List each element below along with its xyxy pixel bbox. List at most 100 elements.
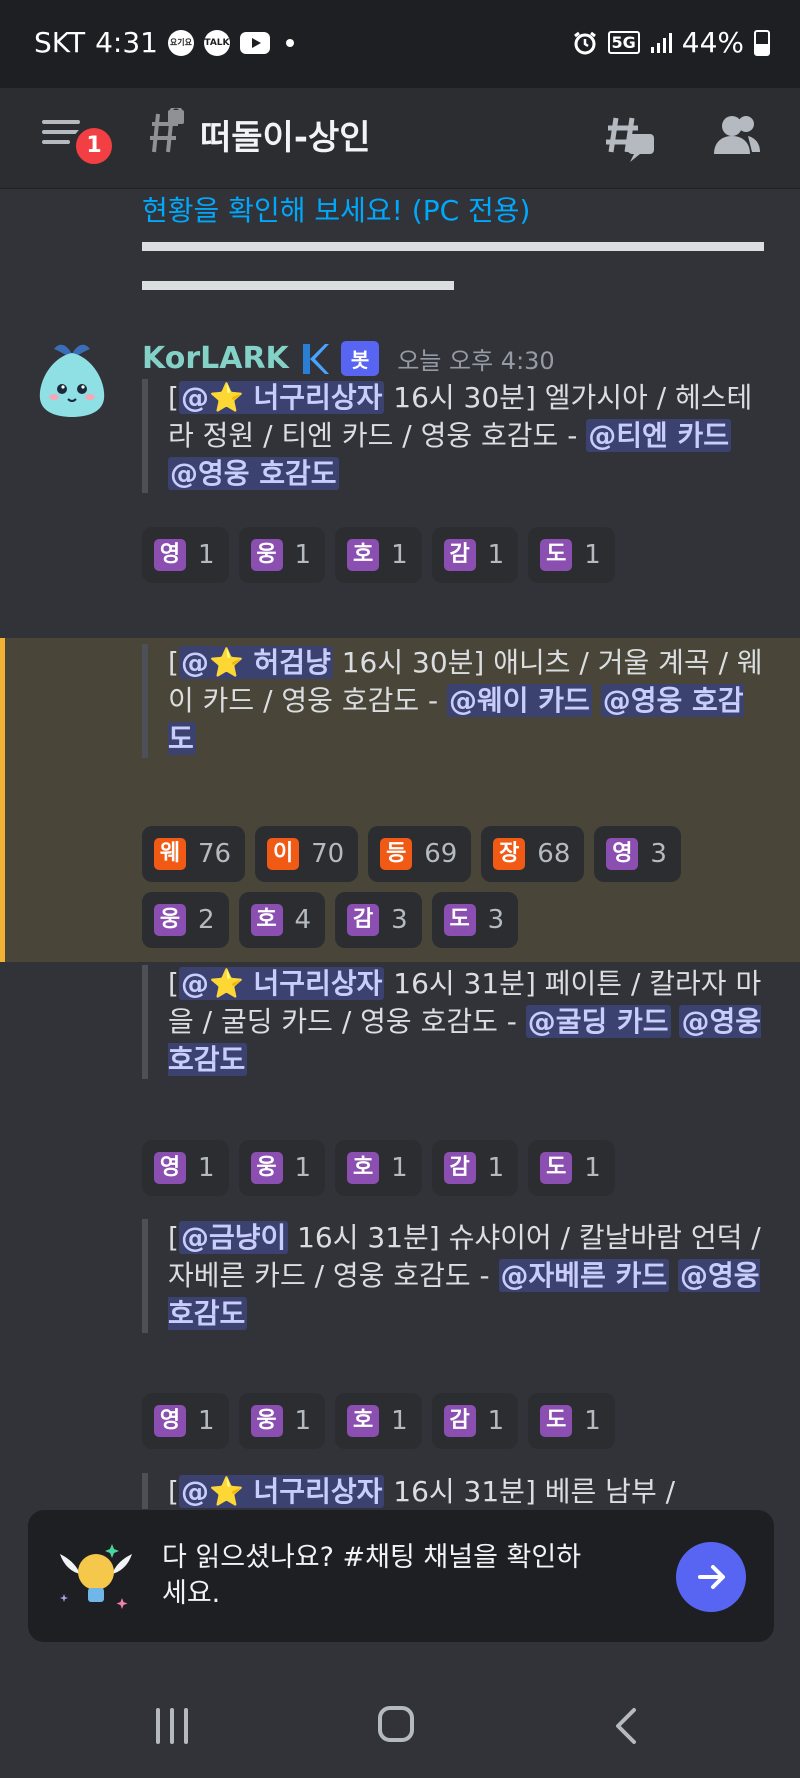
threads-icon[interactable] — [602, 108, 656, 164]
reaction-chip[interactable]: 호1 — [335, 527, 422, 583]
reaction-chip[interactable]: 도1 — [528, 1393, 615, 1449]
reaction-chip[interactable]: 영3 — [594, 826, 681, 882]
intro-link[interactable]: 현황을 확인해 보세요! (PC 전용) — [142, 189, 530, 229]
system-nav-bar — [0, 1660, 800, 1778]
signal-icon — [650, 32, 672, 53]
reaction-chip[interactable]: 도3 — [431, 892, 519, 948]
highlighted-message: [@⭐ 허검냥 16시 30분] 애니츠 / 거울 계곡 / 웨이 카드 / 영… — [0, 638, 800, 962]
reaction-emoji: 웅 — [154, 904, 186, 936]
reaction-chip[interactable]: 웅2 — [142, 892, 229, 948]
role-mention[interactable]: @영웅 호감도 — [168, 457, 339, 490]
reaction-chip[interactable]: 호1 — [335, 1393, 422, 1449]
user-mention[interactable]: @금냥이 — [178, 1221, 289, 1254]
reaction-chip[interactable]: 감1 — [431, 527, 519, 583]
reaction-emoji: 감 — [347, 904, 380, 936]
reaction-bar: 영1 웅1 호1 감1 도1 — [142, 1393, 762, 1449]
recents-button[interactable] — [154, 1708, 192, 1744]
reaction-emoji: 영 — [154, 1152, 186, 1184]
reaction-chip[interactable]: 감1 — [431, 1140, 519, 1196]
user-mention[interactable]: @⭐ 허검냥 — [178, 646, 333, 679]
arrow-right-icon — [698, 1565, 725, 1589]
role-mention[interactable]: @티엔 카드 — [586, 419, 731, 452]
reaction-emoji: 호 — [250, 904, 283, 936]
reaction-emoji: 도 — [540, 539, 573, 571]
reaction-count: 1 — [294, 1406, 312, 1436]
menu-icon-line — [42, 120, 80, 124]
message-text: 16시 31분] 베른 남부 / — [384, 1475, 676, 1508]
yogiyo-app-icon: 요기요 — [167, 29, 194, 56]
message-timestamp: 오늘 오후 4:30 — [397, 347, 555, 375]
menu-icon-line — [42, 130, 80, 134]
reaction-emoji: 감 — [443, 1152, 476, 1184]
reaction-count: 1 — [391, 540, 408, 570]
reaction-chip[interactable]: 웅1 — [238, 1393, 326, 1449]
reaction-chip[interactable]: 등 69 — [368, 826, 472, 882]
reaction-chip[interactable]: 영1 — [142, 527, 229, 583]
reaction-count: 1 — [487, 1153, 505, 1183]
members-icon[interactable] — [708, 108, 762, 164]
reaction-chip[interactable]: 이 70 — [255, 826, 359, 882]
reaction-emoji: 웅 — [250, 539, 283, 571]
reaction-count: 1 — [198, 1153, 215, 1183]
user-mention[interactable]: @⭐ 너구리상자 — [178, 1475, 385, 1508]
reaction-emoji: 이 — [267, 838, 300, 870]
reaction-count: 2 — [198, 905, 215, 935]
k-logo-icon — [302, 343, 329, 374]
channel-title: 떠돌이-상인 — [200, 118, 371, 158]
more-notifications-dot-icon — [285, 38, 294, 47]
reaction-count: 1 — [584, 1406, 601, 1436]
reaction-count: 3 — [650, 839, 667, 869]
role-mention[interactable]: @자베른 카드 — [498, 1259, 670, 1292]
reaction-chip[interactable]: 감1 — [431, 1393, 519, 1449]
reaction-emoji: 웨 — [154, 838, 186, 870]
reaction-count: 3 — [487, 905, 505, 935]
role-mention[interactable]: @웨이 카드 — [447, 684, 592, 717]
battery-percent: 44% — [681, 26, 744, 59]
message-list[interactable]: 현황을 확인해 보세요! (PC 전용) KorLARK 봇 오늘 오후 4:3… — [0, 189, 800, 1509]
message: [@⭐ 너구리상자 16시 30분] 엘가시아 / 헤스테라 정원 / 티엔 카… — [0, 379, 800, 583]
message-quote: [@⭐ 너구리상자 16시 30분] 엘가시아 / 헤스테라 정원 / 티엔 카… — [142, 379, 768, 493]
reaction-count: 1 — [487, 1406, 505, 1436]
back-button[interactable] — [608, 1704, 648, 1748]
reaction-emoji: 장 — [493, 838, 526, 870]
reaction-count: 68 — [537, 839, 571, 869]
go-to-channel-button[interactable] — [676, 1542, 746, 1612]
reaction-bar: 영1 웅1 호1 감1 도1 — [142, 527, 762, 583]
reaction-chip[interactable]: 장 68 — [481, 826, 585, 882]
reaction-emoji: 영 — [154, 539, 186, 571]
read-all-banner[interactable]: 다 읽으셨나요? #채팅 채널을 확인하세요. — [28, 1510, 774, 1642]
reaction-chip[interactable]: 웨 76 — [142, 826, 246, 882]
home-button[interactable] — [378, 1706, 414, 1742]
reaction-chip[interactable]: 웅1 — [238, 1140, 326, 1196]
user-mention[interactable]: @⭐ 너구리상자 — [178, 381, 385, 414]
message-quote: [@금냥이 16시 31분] 슈샤이어 / 칼날바람 언덕 / 자베른 카드 /… — [142, 1219, 768, 1333]
reaction-chip[interactable]: 감3 — [335, 892, 422, 948]
network-type-label: 5G — [607, 31, 640, 54]
alarm-icon — [573, 31, 596, 54]
reaction-count: 76 — [198, 839, 232, 869]
reaction-chip[interactable]: 호1 — [335, 1140, 422, 1196]
reaction-emoji: 호 — [347, 1152, 380, 1184]
reaction-count: 1 — [391, 1406, 408, 1436]
reaction-count: 1 — [198, 1406, 215, 1436]
battery-icon — [754, 29, 770, 56]
reaction-chip[interactable]: 도1 — [528, 1140, 615, 1196]
reaction-count: 1 — [391, 1153, 408, 1183]
author-name[interactable]: KorLARK — [142, 341, 289, 376]
reaction-chip[interactable]: 호4 — [238, 892, 326, 948]
notification-badge: 1 — [72, 124, 116, 168]
reaction-count: 1 — [487, 540, 505, 570]
reaction-bar: 영1 웅1 호1 감1 도1 — [142, 1140, 762, 1196]
reaction-count: 3 — [391, 905, 408, 935]
reaction-chip[interactable]: 영1 — [142, 1393, 229, 1449]
reaction-chip[interactable]: 영1 — [142, 1140, 229, 1196]
role-mention[interactable]: @굴딩 카드 — [525, 1005, 671, 1038]
reaction-chip[interactable]: 웅1 — [238, 527, 326, 583]
reaction-count: 70 — [311, 839, 345, 869]
reaction-chip[interactable]: 도1 — [528, 527, 615, 583]
recents-icon-bar — [170, 1708, 174, 1744]
locked-channel-icon — [150, 108, 184, 153]
user-mention[interactable]: @⭐ 너구리상자 — [178, 967, 385, 1000]
message: [@⭐ 너구리상자 16시 31분] 베른 남부 / — [0, 1473, 800, 1509]
reaction-emoji: 영 — [154, 1405, 186, 1437]
